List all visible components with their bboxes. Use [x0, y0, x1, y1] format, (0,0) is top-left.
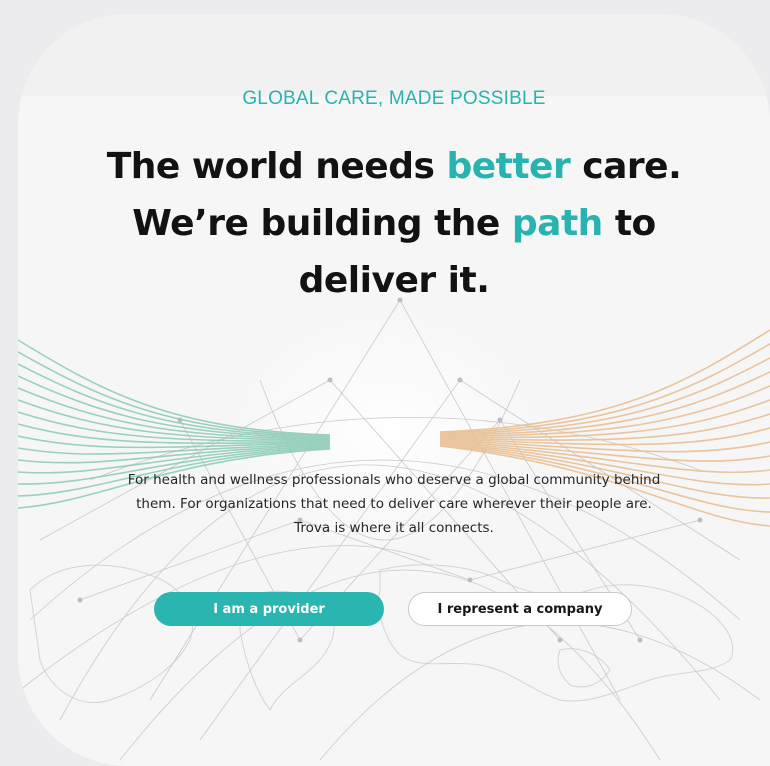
network-map-background [18, 297, 770, 761]
hero-card: GLOBAL CARE, MADE POSSIBLE The world nee… [18, 14, 770, 766]
card-top-band [18, 14, 770, 96]
world-map-outline [29, 564, 734, 711]
headline-accent-path: path [511, 203, 603, 244]
page-headline: The world needs better care. We’re build… [78, 138, 710, 309]
headline-line1-post: care. [570, 146, 682, 187]
headline-line1-pre: The world needs [106, 146, 447, 187]
headline-line3: deliver it. [298, 260, 490, 301]
company-button[interactable]: I represent a company [408, 592, 632, 626]
headline-line2-post: to [602, 203, 656, 244]
eyebrow-tagline: GLOBAL CARE, MADE POSSIBLE [242, 88, 546, 109]
intro-paragraph: For health and wellness professionals wh… [127, 472, 661, 536]
provider-button[interactable]: I am a provider [154, 592, 384, 626]
headline-accent-better: better [446, 146, 571, 187]
headline-line2-pre: We’re building the [132, 203, 512, 244]
